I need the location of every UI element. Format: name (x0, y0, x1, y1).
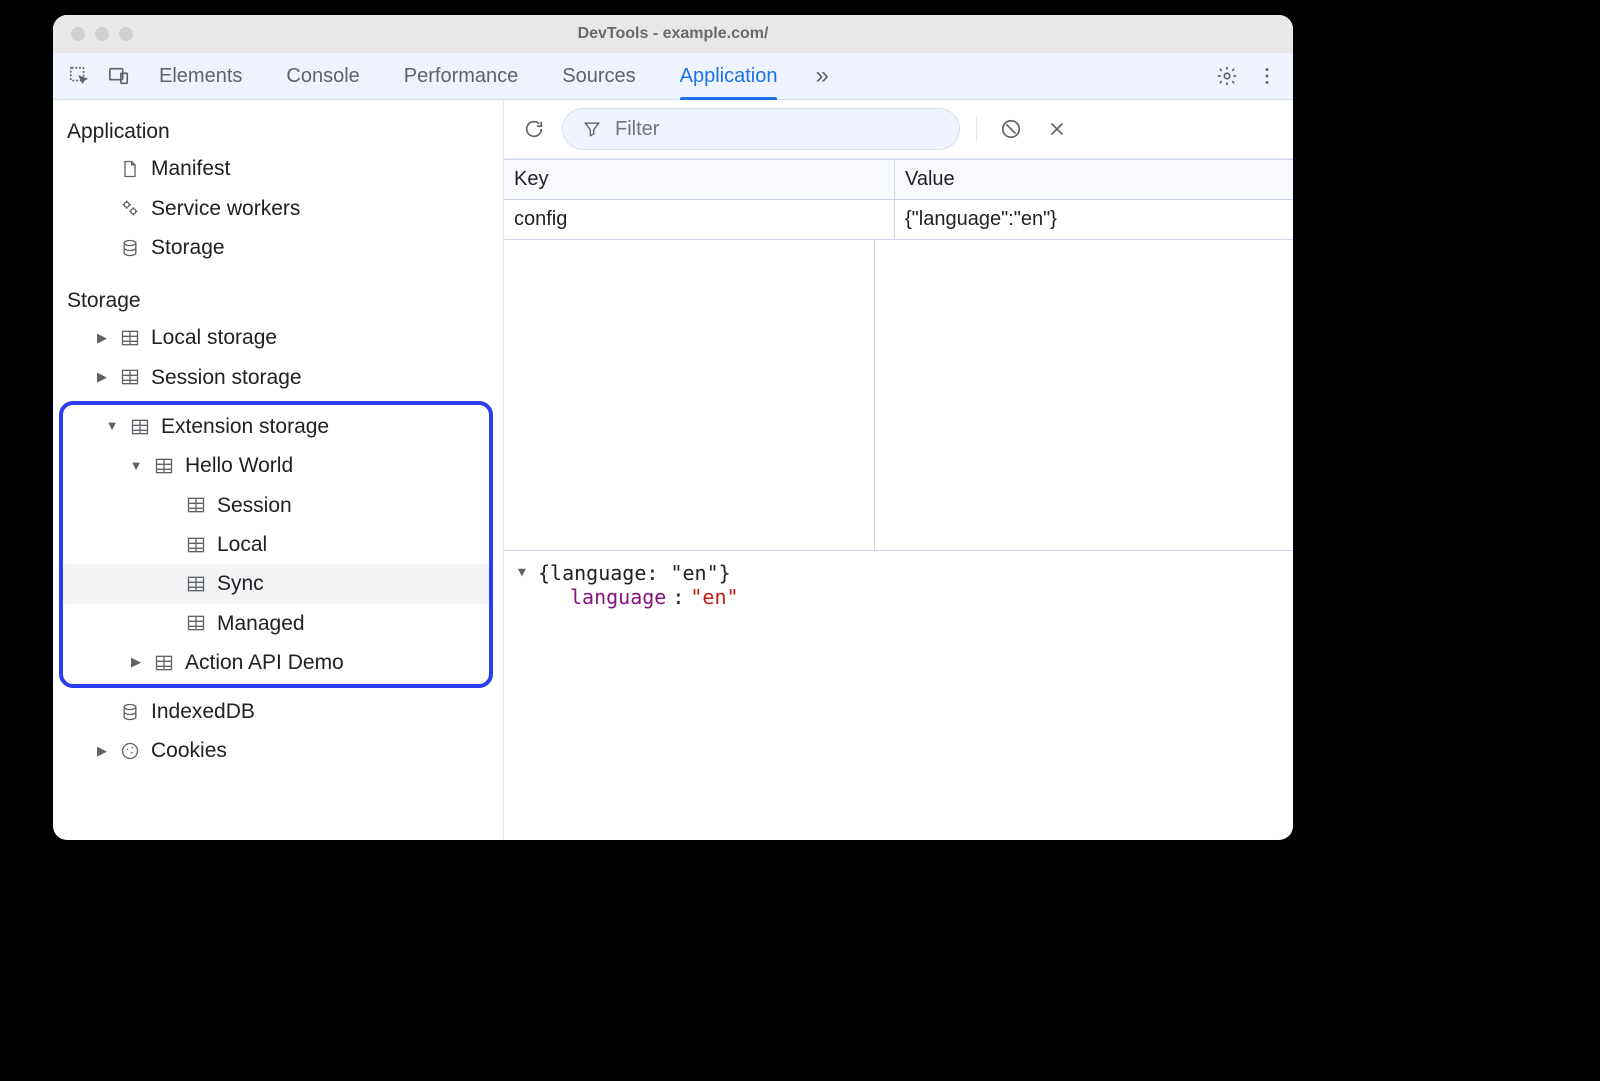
sidebar-item-ext-action-api-demo[interactable]: ▶ Action API Demo (63, 643, 489, 682)
table-icon (153, 455, 175, 477)
col-header-key[interactable]: Key (504, 160, 895, 200)
gear-icon[interactable] (1209, 58, 1245, 94)
table-icon (185, 573, 207, 595)
sidebar-item-extension-storage[interactable]: ▼ Extension storage (63, 407, 489, 446)
table-icon (119, 327, 141, 349)
label: Local (217, 531, 267, 558)
label: IndexedDB (151, 698, 255, 725)
devtools-window: DevTools - example.com/ Elements Console… (53, 15, 1293, 840)
clear-all-icon[interactable] (993, 111, 1029, 147)
tab-application[interactable]: Application (680, 53, 778, 99)
more-tabs-icon[interactable]: » (815, 62, 828, 90)
section-application: Application (53, 114, 503, 149)
label: Extension storage (161, 413, 329, 440)
storage-panel: Key Value config {"language":"en"} ▼ {la… (503, 100, 1293, 840)
sidebar-item-ext-area-local[interactable]: Local (63, 525, 489, 564)
database-icon (119, 237, 141, 259)
tab-strip: Elements Console Performance Sources App… (53, 53, 1293, 100)
label: Service workers (151, 195, 300, 222)
label: Hello World (185, 452, 293, 479)
collapse-icon[interactable]: ▼ (105, 418, 119, 435)
extension-storage-callout: ▼ Extension storage ▼ Hello World Sessio… (59, 401, 493, 688)
cookie-icon (119, 740, 141, 762)
section-storage: Storage (53, 283, 503, 318)
table-icon (185, 612, 207, 634)
table-empty-area[interactable] (504, 240, 1293, 550)
sidebar-item-ext-area-sync[interactable]: Sync (63, 564, 489, 603)
tab-sources[interactable]: Sources (562, 53, 635, 99)
device-toolbar-icon[interactable] (101, 58, 137, 94)
window-controls[interactable] (53, 27, 133, 41)
sidebar-item-manifest[interactable]: Manifest (53, 149, 503, 188)
storage-table[interactable]: Key Value config {"language":"en"} (504, 159, 1293, 550)
delete-icon[interactable] (1039, 111, 1075, 147)
table-icon (185, 494, 207, 516)
table-icon (119, 366, 141, 388)
divider (976, 116, 977, 142)
sidebar-item-ext-area-session[interactable]: Session (63, 486, 489, 525)
expand-icon[interactable]: ▶ (95, 330, 109, 347)
label: Sync (217, 570, 264, 597)
cell-key[interactable]: config (504, 200, 895, 240)
zoom-dot[interactable] (119, 27, 133, 41)
col-header-value[interactable]: Value (895, 160, 1293, 200)
sidebar-item-session-storage[interactable]: ▶ Session storage (53, 358, 503, 397)
value-viewer[interactable]: ▼ {language: "en"} language: "en" (504, 550, 1293, 840)
label: Local storage (151, 324, 277, 351)
inspect-icon[interactable] (61, 58, 97, 94)
collapse-icon[interactable]: ▼ (518, 561, 532, 585)
close-dot[interactable] (71, 27, 85, 41)
expand-icon[interactable]: ▶ (129, 654, 143, 671)
window-title: DevTools - example.com/ (53, 25, 1293, 43)
database-icon (119, 701, 141, 723)
storage-toolbar (504, 100, 1293, 159)
tab-performance[interactable]: Performance (404, 53, 519, 99)
sidebar-item-local-storage[interactable]: ▶ Local storage (53, 318, 503, 357)
sidebar-item-indexeddb[interactable]: IndexedDB (53, 692, 503, 731)
label: Managed (217, 610, 305, 637)
sidebar-item-ext-area-managed[interactable]: Managed (63, 604, 489, 643)
label: Cookies (151, 737, 227, 764)
viewer-value: "en" (690, 585, 738, 609)
sidebar-item-ext-hello-world[interactable]: ▼ Hello World (63, 446, 489, 485)
cell-value[interactable]: {"language":"en"} (895, 200, 1293, 240)
gears-icon (119, 197, 141, 219)
label: Action API Demo (185, 649, 344, 676)
title-bar: DevTools - example.com/ (53, 15, 1293, 53)
sidebar-item-storage-overview[interactable]: Storage (53, 228, 503, 267)
minimize-dot[interactable] (95, 27, 109, 41)
label: Session storage (151, 364, 302, 391)
label: Manifest (151, 155, 230, 182)
viewer-summary: {language: "en"} (538, 561, 731, 585)
sidebar-item-cookies[interactable]: ▶ Cookies (53, 731, 503, 770)
filter-icon (581, 118, 603, 140)
label: Storage (151, 234, 225, 261)
kebab-icon[interactable] (1249, 58, 1285, 94)
table-icon (153, 652, 175, 674)
sidebar-item-service-workers[interactable]: Service workers (53, 189, 503, 228)
expand-icon[interactable]: ▶ (95, 743, 109, 760)
filter-field[interactable] (562, 108, 960, 150)
expand-icon[interactable]: ▶ (95, 369, 109, 386)
viewer-key: language (570, 585, 666, 609)
refresh-icon[interactable] (516, 111, 552, 147)
table-icon (185, 534, 207, 556)
tab-elements[interactable]: Elements (159, 53, 242, 99)
collapse-icon[interactable]: ▼ (129, 458, 143, 475)
table-icon (129, 416, 151, 438)
label: Session (217, 492, 292, 519)
table-row[interactable]: config {"language":"en"} (504, 200, 1293, 240)
filter-input[interactable] (613, 117, 941, 142)
application-sidebar[interactable]: Application Manifest Service workers Sto… (53, 100, 503, 840)
file-icon (119, 158, 141, 180)
tab-console[interactable]: Console (286, 53, 359, 99)
